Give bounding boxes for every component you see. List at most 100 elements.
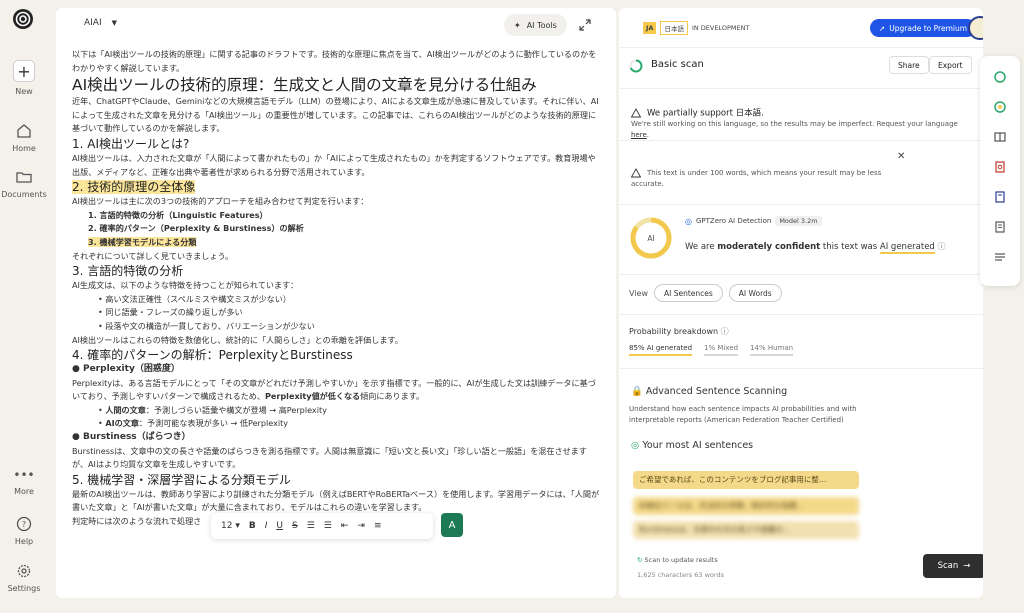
document-editor: AIAI ▼ ✦ AI Tools 以下は「AI検出ツールの技術的原理」に関する記…: [56, 8, 616, 598]
new-button[interactable]: + New: [0, 60, 48, 96]
prob-human: 14% Human: [750, 344, 794, 356]
warning-icon: [631, 108, 641, 118]
section-heading: 3. 言語的特徴の分析: [72, 264, 184, 279]
ai-words-toggle[interactable]: AI Words: [728, 284, 782, 302]
paragraph: それぞれについて詳しく見ていきましょう。: [72, 250, 234, 261]
outdent-icon[interactable]: ⇤: [341, 521, 349, 531]
detector-info: ◎ GPTZero AI Detection Model 3.2m: [685, 216, 822, 226]
editor-content[interactable]: 以下は「AI検出ツールの技術的原理」に関する記事のドラフトです。技術的な原理に焦…: [56, 42, 616, 529]
length-warning: This text is under 100 words, which mean…: [631, 168, 882, 188]
list-item: 2. 確率的パターン（Perplexity & Burstiness）の解析: [88, 223, 304, 234]
ai-tools-button[interactable]: ✦ AI Tools: [504, 14, 567, 36]
arrow-right-icon: →: [963, 561, 971, 571]
scan-header: Basic scan Share Export: [629, 56, 979, 76]
info-icon[interactable]: ⓘ: [938, 242, 946, 251]
paragraph: AI生成文は、以下のような特徴を持つことが知られています：: [72, 280, 299, 291]
char-count: 1,625 characters 63 words: [637, 571, 724, 579]
ai-sentence-item[interactable]: Burstinessは、文章中の文の長さや語彙の…: [633, 521, 859, 539]
probability-breakdown: 85% AI generated 1% Mixed 14% Human: [629, 344, 794, 356]
export-button[interactable]: Export: [929, 56, 972, 74]
home-icon: [17, 124, 31, 138]
request-language-link[interactable]: here: [631, 131, 647, 139]
close-icon[interactable]: ✕: [897, 151, 905, 162]
gptzero-logo[interactable]: [12, 8, 34, 30]
upgrade-button[interactable]: ➚ Upgrade to Premium: [870, 19, 977, 37]
grammar-icon[interactable]: A: [441, 513, 463, 537]
left-rail: + New Home Documents ••• More ? Help Set…: [0, 0, 48, 613]
lock-icon: 🔒: [631, 386, 643, 397]
subsection-heading: ● Perplexity（困惑度）: [72, 364, 180, 375]
list-item: • 人間の文章：予測しづらい語彙や構文が登場 → 高Perplexity: [98, 404, 327, 415]
model-badge: Model 3.2m: [775, 216, 822, 226]
font-size-select[interactable]: 12 ▾: [221, 521, 240, 531]
gauge-label: AI: [647, 234, 654, 243]
bullet-list-icon[interactable]: ☰: [324, 521, 332, 531]
advanced-scanning-desc: Understand how each sentence impacts AI …: [629, 405, 857, 424]
folder-icon: [16, 172, 32, 183]
list-item: • 高い文法正確性（スペルミスや構文ミスが少ない）: [98, 293, 291, 304]
expand-icon[interactable]: [578, 18, 592, 32]
scan-button[interactable]: Scan →: [923, 554, 983, 578]
scan-ring-icon[interactable]: [993, 70, 1007, 84]
ordered-list: 1. 言語的特徴の分析（Linguistic Features） 2. 確率的パ…: [72, 209, 600, 250]
prob-mixed: 1% Mixed: [704, 344, 739, 356]
nav-more[interactable]: ••• More: [0, 468, 48, 496]
most-ai-title: ◎ Your most AI sentences: [631, 440, 754, 451]
format-toolbar: 12 ▾ B I U S ☰ ☰ ⇤ ⇥ ≡: [211, 513, 433, 539]
highlighted-text: 3. 機械学習モデルによる分類: [88, 236, 197, 247]
paragraph: Perplexityは、ある言語モデルにとって「その文章がどれだけ予測しやすいか…: [72, 377, 596, 402]
section-heading: 5. 機械学習・深層学習による分類モデル: [72, 472, 291, 487]
book-icon[interactable]: [993, 190, 1007, 204]
info-icon[interactable]: ⓘ: [721, 327, 729, 336]
paragraph: 近年、ChatGPTやClaude、Geminiなどの大規模言語モデル（LLM）…: [72, 96, 599, 134]
document-title: AI検出ツールの技術的原理：生成文と人間の文章を見分ける仕組み: [72, 76, 537, 95]
paragraph: Burstinessは、文章中の文の長さや語彙のばらつきを測る指標です。人間は無…: [72, 445, 587, 470]
section-heading: 2. 技術的原理の全体像: [72, 179, 600, 195]
gptzero-icon: ◎: [685, 216, 692, 226]
ai-sentence-item[interactable]: AI検出ツールは、文法的な特徴、統計的な指標…: [633, 497, 859, 515]
list-item: 3. 機械学習モデルによる分類: [88, 236, 600, 250]
numbered-list-icon[interactable]: ☰: [307, 521, 315, 531]
divider: [619, 368, 983, 369]
compare-icon[interactable]: [993, 130, 1007, 144]
list-item: 1. 言語的特徴の分析（Linguistic Features）: [88, 209, 268, 220]
paragraph: AI検出ツールはこれらの特徴を数値化し、統計的に「人間らしさ」との乖離を評価しま…: [72, 334, 403, 345]
chevron-down-icon: ▼: [111, 19, 118, 27]
intro-paragraph: 以下は「AI検出ツールの技術的原理」に関する記事のドラフトです。技術的な原理に焦…: [72, 49, 597, 73]
editor-toolbar: AIAI ▼ ✦ AI Tools: [56, 8, 616, 42]
underline-icon[interactable]: U: [276, 521, 283, 531]
section-heading: 4. 確率的パターンの解析：PerplexityとBurstiness: [72, 348, 353, 363]
detection-panel: JA 日本語 IN DEVELOPMENT ➚ Upgrade to Premi…: [619, 8, 983, 598]
plagiarism-icon[interactable]: [993, 160, 1007, 174]
probability-title: Probability breakdown ⓘ: [629, 327, 729, 336]
more-dots-icon: •••: [13, 468, 35, 482]
nav-help[interactable]: ? Help: [0, 515, 48, 546]
align-icon[interactable]: ≡: [374, 521, 382, 531]
strikethrough-icon[interactable]: S: [292, 521, 298, 531]
indent-icon[interactable]: ⇥: [357, 521, 365, 531]
lines-icon[interactable]: [993, 250, 1007, 264]
divider: [619, 88, 983, 89]
list-item: • 同じ語彙・フレーズの繰り返しが多い: [98, 307, 243, 318]
view-switcher: View AI Sentences AI Words: [629, 284, 782, 302]
scan-footer: ↻ Scan to update results 1,625 character…: [619, 548, 983, 598]
divider: [619, 274, 983, 275]
edit-document-icon[interactable]: [993, 220, 1007, 234]
warning-icon: [631, 168, 641, 178]
share-button[interactable]: Share: [889, 56, 929, 74]
help-icon: ?: [16, 516, 32, 532]
language-badge: JA 日本語 IN DEVELOPMENT: [643, 21, 749, 35]
model-select[interactable]: AIAI ▼: [84, 18, 117, 28]
bold-icon[interactable]: B: [249, 521, 256, 531]
scan-status: ↻ Scan to update results: [637, 556, 718, 564]
italic-icon[interactable]: I: [265, 521, 268, 531]
bullet-list: • 高い文法正確性（スペルミスや構文ミスが少ない） • 同じ語彙・フレーズの繰り…: [72, 293, 600, 334]
nav-home[interactable]: Home: [0, 122, 48, 153]
nav-settings[interactable]: Settings: [0, 562, 48, 593]
ai-sentence-item[interactable]: ご希望であれば、このコンテンツをブログ記事用に整…: [633, 471, 859, 489]
gptzero-icon[interactable]: [993, 100, 1007, 114]
list-item: • AIの文章：予測可能な表現が多い → 低Perplexity: [98, 418, 289, 429]
prob-ai: 85% AI generated: [629, 344, 693, 356]
ai-sentences-toggle[interactable]: AI Sentences: [653, 284, 723, 302]
nav-documents[interactable]: Documents: [0, 168, 48, 199]
